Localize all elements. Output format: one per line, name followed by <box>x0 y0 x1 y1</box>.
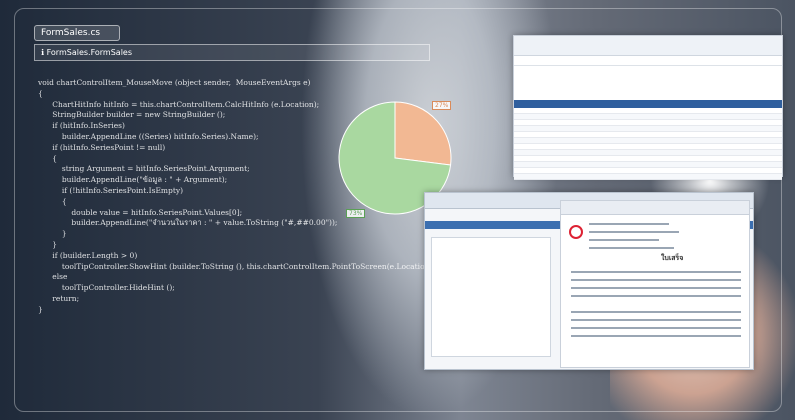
code-line: } <box>38 304 43 314</box>
editor-tab[interactable]: FormSales.cs <box>34 25 120 41</box>
company-logo-icon <box>569 225 583 239</box>
code-line: else <box>38 272 68 282</box>
code-line: toolTipController.HideHint (); <box>38 283 175 293</box>
document-text-line <box>571 311 741 313</box>
form-left-panel <box>431 237 551 357</box>
code-line: } <box>38 239 58 249</box>
document-text-line <box>571 271 741 273</box>
pie-label-b: 73% <box>346 209 366 218</box>
editor-breadcrumb[interactable]: ℹ FormSales.FormSales <box>34 44 430 61</box>
receipt-document: ใบเสร็จ <box>560 200 750 368</box>
grid-header <box>514 100 782 108</box>
document-heading: ใบเสร็จ <box>661 254 684 262</box>
document-text-line <box>571 335 741 337</box>
code-line: void chartControlItem_MouseMove (object … <box>38 78 311 87</box>
grid-row[interactable] <box>514 174 782 180</box>
document-text-line <box>589 223 669 225</box>
filter-bar <box>514 56 782 66</box>
document-titlebar <box>561 201 749 215</box>
document-text-line <box>571 279 741 281</box>
code-line: builder.AppendLine("จำนวนในราคา : " + va… <box>38 218 338 228</box>
document-text-line <box>589 247 674 249</box>
code-line: if (builder.Length > 0) <box>38 250 138 260</box>
code-line: toolTipController.ShowHint (builder.ToSt… <box>38 261 438 271</box>
document-text-line <box>589 239 659 241</box>
document-text-line <box>571 287 741 289</box>
pie-label-a: 27% <box>432 101 452 110</box>
document-text-line <box>571 319 741 321</box>
code-line: } <box>38 229 67 239</box>
pie-slice-0 <box>394 101 452 166</box>
document-text-line <box>571 295 741 297</box>
document-text-line <box>571 327 741 329</box>
grid-rows <box>514 108 782 180</box>
document-text-line <box>589 231 679 233</box>
sales-list-window[interactable] <box>513 35 783 180</box>
window-toolbar <box>514 36 782 56</box>
code-line: return; <box>38 293 80 303</box>
